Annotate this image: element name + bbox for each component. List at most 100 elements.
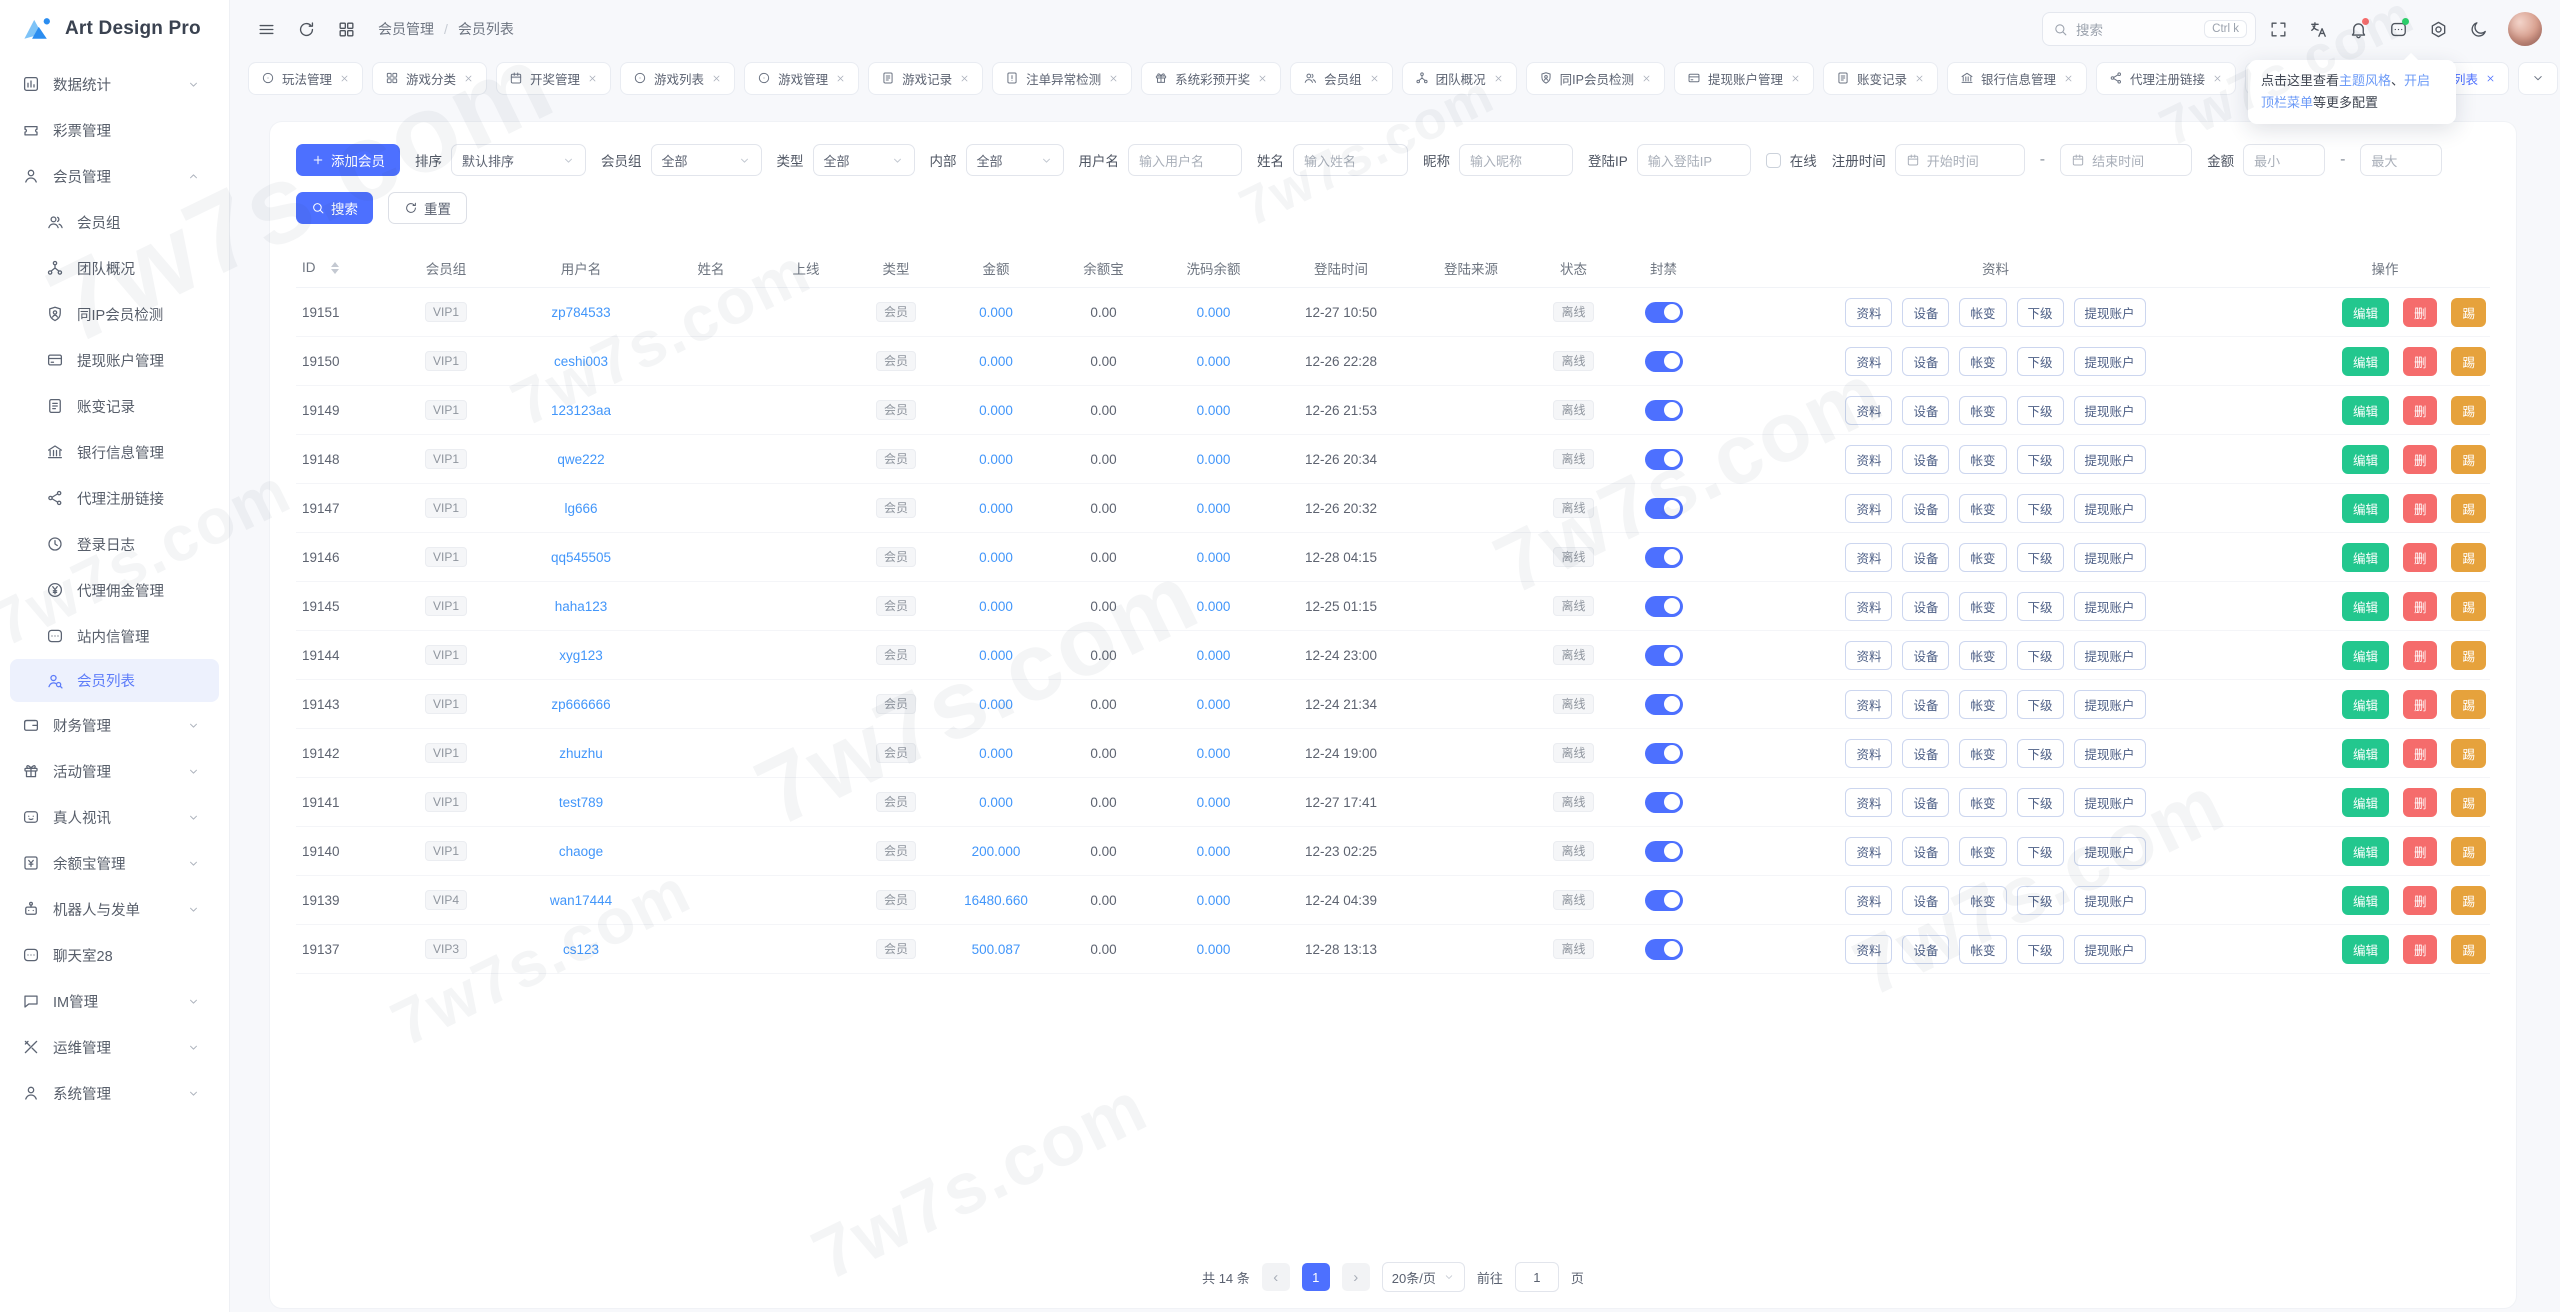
tab-same-ip-detect[interactable]: 同IP会员检测 — [1526, 62, 1665, 95]
profile-button-下级[interactable]: 下级 — [2017, 445, 2064, 474]
profile-button-帐变[interactable]: 帐变 — [1959, 886, 2006, 915]
profile-button-设备[interactable]: 设备 — [1902, 396, 1949, 425]
delete-button[interactable]: 删 — [2403, 690, 2438, 719]
delete-button[interactable]: 删 — [2403, 935, 2438, 964]
filter-input-nickname[interactable]: 输入昵称 — [1459, 144, 1573, 176]
profile-button-资料[interactable]: 资料 — [1845, 543, 1892, 572]
profile-button-资料[interactable]: 资料 — [1845, 690, 1892, 719]
profile-button-提现账户[interactable]: 提现账户 — [2074, 641, 2146, 670]
edit-button[interactable]: 编辑 — [2342, 396, 2389, 425]
profile-button-设备[interactable]: 设备 — [1902, 739, 1949, 768]
kick-button[interactable]: 踢 — [2451, 396, 2486, 425]
amount-value[interactable]: 16480.660 — [964, 893, 1028, 908]
profile-button-资料[interactable]: 资料 — [1845, 396, 1892, 425]
profile-button-设备[interactable]: 设备 — [1902, 641, 1949, 670]
sidebar-item-member-mgmt[interactable]: 会员管理 — [0, 153, 229, 199]
amount-value[interactable]: 0.000 — [979, 746, 1013, 761]
sidebar-item-ops-mgmt[interactable]: 运维管理 — [0, 1024, 229, 1070]
breadcrumb-item[interactable]: 会员管理 — [378, 19, 434, 39]
kick-button[interactable]: 踢 — [2451, 347, 2486, 376]
kick-button[interactable]: 踢 — [2451, 641, 2486, 670]
edit-button[interactable]: 编辑 — [2342, 347, 2389, 376]
delete-button[interactable]: 删 — [2403, 837, 2438, 866]
sidebar-item-data-stats[interactable]: 数据统计 — [0, 61, 229, 107]
tab-game-list[interactable]: 游戏列表 — [620, 62, 735, 95]
edit-button[interactable]: 编辑 — [2342, 739, 2389, 768]
sort-icon[interactable] — [331, 262, 339, 274]
delete-button[interactable]: 删 — [2403, 592, 2438, 621]
tab-bank-info[interactable]: 银行信息管理 — [1947, 62, 2087, 95]
wash-balance-value[interactable]: 0.000 — [1197, 942, 1231, 957]
kick-button[interactable]: 踢 — [2451, 935, 2486, 964]
username-link[interactable]: qwe222 — [557, 452, 604, 467]
profile-button-下级[interactable]: 下级 — [2017, 298, 2064, 327]
messages-button[interactable] — [2380, 11, 2416, 47]
ban-toggle[interactable] — [1645, 841, 1683, 862]
filter-input-amount-max[interactable]: 最大 — [2360, 144, 2442, 176]
sidebar-item-withdraw-account[interactable]: 提现账户管理 — [0, 337, 229, 383]
edit-button[interactable]: 编辑 — [2342, 445, 2389, 474]
profile-button-提现账户[interactable]: 提现账户 — [2074, 935, 2146, 964]
filter-select-type[interactable]: 全部 — [813, 144, 915, 176]
username-link[interactable]: lg666 — [564, 501, 597, 516]
ban-toggle[interactable] — [1645, 351, 1683, 372]
wash-balance-value[interactable]: 0.000 — [1197, 844, 1231, 859]
sidebar-item-system-mgmt[interactable]: 系统管理 — [0, 1070, 229, 1116]
edit-button[interactable]: 编辑 — [2342, 641, 2389, 670]
username-link[interactable]: zp784533 — [551, 305, 610, 320]
fullscreen-button[interactable] — [2260, 11, 2296, 47]
edit-button[interactable]: 编辑 — [2342, 592, 2389, 621]
filter-select-internal[interactable]: 全部 — [966, 144, 1064, 176]
settings-button[interactable] — [2420, 11, 2456, 47]
profile-button-下级[interactable]: 下级 — [2017, 788, 2064, 817]
profile-button-下级[interactable]: 下级 — [2017, 494, 2064, 523]
tooltip-theme-link[interactable]: 主题风格 — [2339, 73, 2391, 88]
ban-toggle[interactable] — [1645, 694, 1683, 715]
tab-agent-reg-link[interactable]: 代理注册链接 — [2096, 62, 2236, 95]
profile-button-设备[interactable]: 设备 — [1902, 592, 1949, 621]
profile-button-提现账户[interactable]: 提现账户 — [2074, 739, 2146, 768]
profile-button-帐变[interactable]: 帐变 — [1959, 494, 2006, 523]
filter-select-sort[interactable]: 默认排序 — [451, 144, 586, 176]
profile-button-资料[interactable]: 资料 — [1845, 641, 1892, 670]
sidebar-item-account-change[interactable]: 账变记录 — [0, 383, 229, 429]
profile-button-设备[interactable]: 设备 — [1902, 445, 1949, 474]
profile-button-提现账户[interactable]: 提现账户 — [2074, 690, 2146, 719]
goto-page-input[interactable]: 1 — [1515, 1262, 1559, 1292]
amount-value[interactable]: 0.000 — [979, 697, 1013, 712]
profile-button-帐变[interactable]: 帐变 — [1959, 788, 2006, 817]
ban-toggle[interactable] — [1645, 449, 1683, 470]
tab-account-change[interactable]: 账变记录 — [1823, 62, 1938, 95]
kick-button[interactable]: 踢 — [2451, 788, 2486, 817]
kick-button[interactable]: 踢 — [2451, 445, 2486, 474]
filter-date-reg-start[interactable]: 开始时间 — [1895, 144, 2025, 176]
profile-button-帐变[interactable]: 帐变 — [1959, 690, 2006, 719]
sidebar-item-lottery-mgmt[interactable]: 彩票管理 — [0, 107, 229, 153]
add-member-button[interactable]: 添加会员 — [296, 144, 400, 176]
wash-balance-value[interactable]: 0.000 — [1197, 697, 1231, 712]
username-link[interactable]: haha123 — [555, 599, 608, 614]
delete-button[interactable]: 删 — [2403, 543, 2438, 572]
wash-balance-value[interactable]: 0.000 — [1197, 452, 1231, 467]
page-size-select[interactable]: 20条/页 — [1382, 1262, 1465, 1292]
sidebar-item-member-list[interactable]: 会员列表 — [10, 659, 219, 702]
amount-value[interactable]: 0.000 — [979, 501, 1013, 516]
profile-button-资料[interactable]: 资料 — [1845, 935, 1892, 964]
amount-value[interactable]: 0.000 — [979, 354, 1013, 369]
delete-button[interactable]: 删 — [2403, 886, 2438, 915]
breadcrumb-item[interactable]: 会员列表 — [458, 19, 514, 39]
sidebar-item-login-log[interactable]: 登录日志 — [0, 521, 229, 567]
ban-toggle[interactable] — [1645, 596, 1683, 617]
tab-team-overview[interactable]: 团队概况 — [1402, 62, 1517, 95]
apps-menu-button[interactable] — [328, 11, 364, 47]
edit-button[interactable]: 编辑 — [2342, 690, 2389, 719]
profile-button-帐变[interactable]: 帐变 — [1959, 298, 2006, 327]
kick-button[interactable]: 踢 — [2451, 837, 2486, 866]
tab-system-lottery-predraw[interactable]: 系统彩预开奖 — [1141, 62, 1281, 95]
ban-toggle[interactable] — [1645, 743, 1683, 764]
sidebar-item-bank-info[interactable]: 银行信息管理 — [0, 429, 229, 475]
delete-button[interactable]: 删 — [2403, 494, 2438, 523]
username-link[interactable]: qq545505 — [551, 550, 611, 565]
sidebar-item-team-overview[interactable]: 团队概况 — [0, 245, 229, 291]
profile-button-帐变[interactable]: 帐变 — [1959, 396, 2006, 425]
